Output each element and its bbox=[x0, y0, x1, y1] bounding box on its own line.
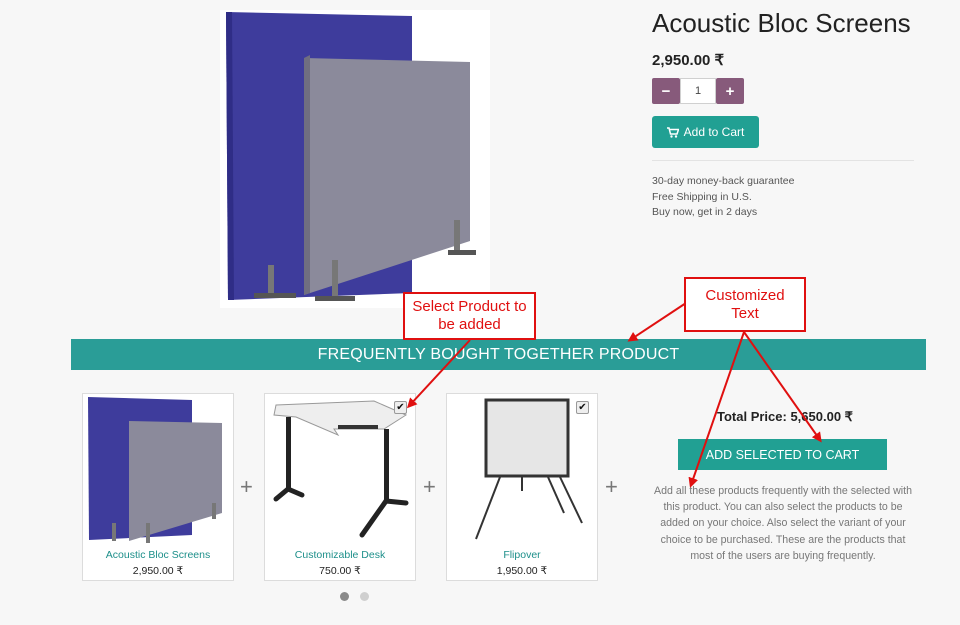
section-banner: FREQUENTLY BOUGHT TOGETHER PRODUCT bbox=[71, 339, 926, 370]
card-price: 2,950.00 ₹ bbox=[132, 565, 184, 577]
annotation-text: Select Product to be added bbox=[412, 298, 527, 333]
select-checkbox[interactable]: ✔ bbox=[394, 401, 407, 414]
card-image bbox=[266, 395, 414, 545]
add-to-cart-button[interactable]: Add to Cart bbox=[652, 116, 759, 148]
product-info: 30-day money-back guarantee Free Shippin… bbox=[652, 174, 794, 221]
total-price: Total Price: 5,650.00 ₹ bbox=[717, 409, 853, 424]
add-selected-to-cart-button[interactable]: ADD SELECTED TO CART bbox=[678, 439, 887, 470]
annotation-customized-text: Customized Text bbox=[684, 277, 806, 332]
card-image bbox=[448, 395, 596, 545]
product-image bbox=[220, 10, 490, 308]
minus-icon: − bbox=[661, 82, 671, 100]
select-checkbox[interactable]: ✔ bbox=[576, 401, 589, 414]
card-image bbox=[84, 395, 232, 545]
annotation-select-product: Select Product to be added bbox=[403, 292, 536, 340]
card-name: Flipover bbox=[503, 549, 541, 561]
annotation-text: Customized Text bbox=[705, 286, 785, 322]
section-description: Add all these products frequently with t… bbox=[654, 485, 912, 562]
product-price: 2,950.00 ₹ bbox=[652, 52, 725, 69]
decrease-quantity-button[interactable]: − bbox=[652, 78, 680, 104]
card-name: Customizable Desk bbox=[294, 549, 386, 561]
plus-icon: + bbox=[725, 82, 735, 100]
carousel-dot-1[interactable] bbox=[340, 592, 349, 601]
shipping-text: Free Shipping in U.S. bbox=[652, 190, 752, 203]
increase-quantity-button[interactable]: + bbox=[716, 78, 744, 104]
carousel-dot-2[interactable] bbox=[360, 592, 369, 601]
card-price: 1,950.00 ₹ bbox=[496, 565, 548, 577]
product-title: Acoustic Bloc Screens bbox=[652, 8, 911, 38]
shopping-cart-icon bbox=[666, 126, 679, 138]
product-card-acoustic[interactable]: Acoustic Bloc Screens 2,950.00 ₹ bbox=[82, 393, 234, 581]
plus-separator: + bbox=[423, 474, 436, 499]
plus-separator: + bbox=[605, 474, 618, 499]
carousel-indicators bbox=[340, 592, 369, 601]
card-price: 750.00 ₹ bbox=[319, 565, 361, 577]
quantity-stepper: − + bbox=[652, 78, 744, 104]
section-title: FREQUENTLY BOUGHT TOGETHER PRODUCT bbox=[317, 345, 680, 363]
guarantee-text: 30-day money-back guarantee bbox=[652, 175, 795, 187]
plus-separator: + bbox=[240, 474, 253, 499]
product-card-flipover[interactable]: ✔ Flipover 1,950.00 ₹ bbox=[446, 393, 598, 581]
product-card-desk[interactable]: ✔ Customizable Desk 750.00 ₹ bbox=[264, 393, 416, 581]
divider bbox=[652, 160, 914, 161]
card-name: Acoustic Bloc Screens bbox=[105, 549, 211, 561]
delivery-text: Buy now, get in 2 days bbox=[652, 206, 758, 218]
quantity-input[interactable] bbox=[680, 78, 716, 104]
add-to-cart-label: Add to Cart bbox=[683, 125, 745, 139]
